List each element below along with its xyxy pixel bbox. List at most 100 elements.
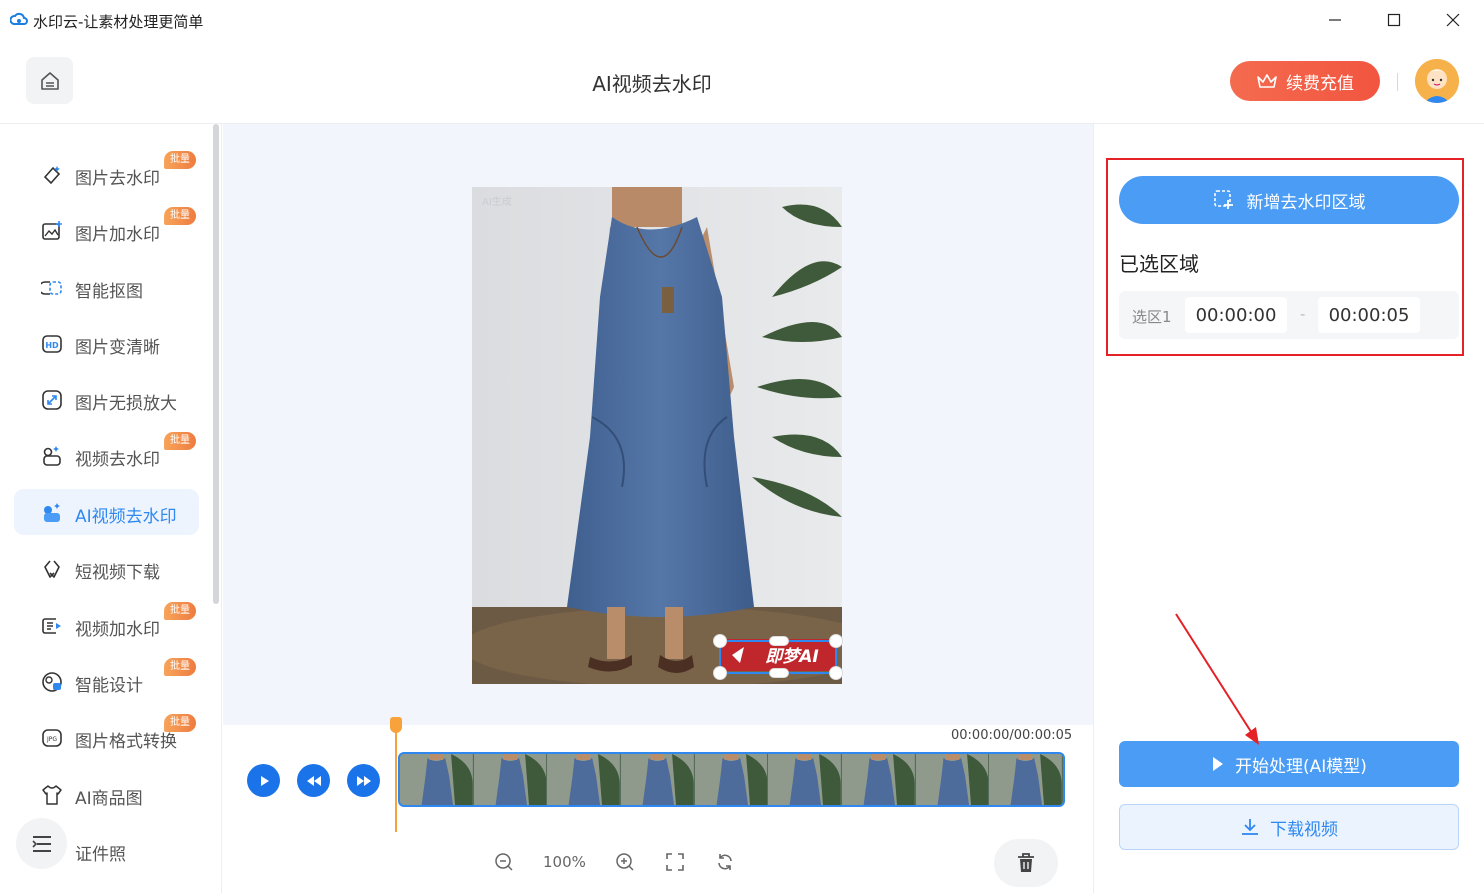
resize-handle[interactable] [713, 666, 727, 680]
window-title: 水印云-让素材处理更简单 [33, 13, 204, 31]
crown-icon [1257, 74, 1277, 88]
add-region-label: 新增去水印区域 [1246, 192, 1366, 213]
filmstrip-frame [400, 754, 474, 805]
resize-handle[interactable] [829, 634, 843, 648]
zoom-out-button[interactable] [491, 849, 517, 875]
sidebar-item-ai-video-remove-watermark[interactable]: AI视频去水印 [14, 489, 199, 535]
resize-handle[interactable] [829, 666, 843, 680]
refresh-icon [718, 854, 732, 870]
download-video-button[interactable]: 下载视频 [1119, 804, 1459, 850]
menu-icon [31, 835, 51, 852]
maximize-button[interactable] [1379, 8, 1409, 32]
watermark-selection-box[interactable] [713, 634, 843, 680]
download-icon [1242, 819, 1258, 835]
download-video-label: 下载视频 [1270, 819, 1338, 840]
zoom-controls: 100% [491, 849, 738, 875]
rewind-button[interactable] [297, 764, 330, 797]
sidebar-item-image-remove-watermark[interactable]: 图片去水印 批量 [14, 151, 199, 197]
title-bar: 水印云-让素材处理更简单 [0, 0, 1484, 40]
resize-handle[interactable] [769, 636, 789, 646]
resize-handle[interactable] [769, 668, 789, 678]
sidebar-item-image-sharpen[interactable]: HD 图片变清晰 [14, 320, 199, 366]
region-start-time-input[interactable] [1185, 297, 1287, 333]
play-button[interactable] [247, 764, 280, 797]
image-add-icon [42, 221, 62, 240]
filmstrip-frame [915, 754, 990, 805]
sidebar-item-smart-design[interactable]: 智能设计 批量 [14, 658, 199, 704]
playhead-handle[interactable] [390, 717, 402, 733]
sidebar-item-label: AI视频去水印 [75, 507, 177, 527]
sidebar-scrollbar[interactable] [213, 124, 219, 604]
add-watermark-region-button[interactable]: 新增去水印区域 [1119, 176, 1459, 224]
maximize-icon [1387, 13, 1401, 27]
time-separator: - [1300, 305, 1306, 323]
batch-badge: 批量 [164, 207, 196, 225]
play-icon [260, 775, 269, 786]
sidebar-item-video-remove-watermark[interactable]: 视频去水印 批量 [14, 432, 199, 478]
avatar-icon [1415, 59, 1459, 103]
sidebar: 图片去水印 批量 图片加水印 批量 智能抠图 HD 图片变清晰 图片无损放大 视… [0, 124, 222, 893]
design-icon [42, 672, 62, 692]
sidebar-item-ai-product-image[interactable]: AI商品图 [14, 771, 199, 817]
shirt-icon [42, 785, 62, 805]
sidebar-item-label: 短视频下载 [75, 563, 160, 583]
cloud-logo-icon [10, 12, 28, 25]
link-icon [44, 560, 60, 578]
video-eraser-icon [43, 446, 61, 466]
svg-text:HD: HD [45, 341, 59, 350]
ai-generated-tag: AI生成 [482, 195, 512, 208]
selected-regions-title: 已选区域 [1119, 252, 1199, 276]
zoom-in-button[interactable] [612, 849, 638, 875]
sidebar-item-image-format-convert[interactable]: JPG 图片格式转换 批量 [14, 714, 199, 760]
start-processing-button[interactable]: 开始处理(AI模型) [1119, 741, 1459, 787]
user-avatar[interactable] [1415, 59, 1459, 103]
renew-vip-label: 续费充值 [1286, 73, 1354, 94]
batch-badge: 批量 [164, 151, 196, 169]
time-display: 00:00:00/00:00:05 [951, 728, 1073, 743]
resize-handle[interactable] [713, 634, 727, 648]
video-add-icon [42, 618, 61, 634]
sidebar-item-short-video-download[interactable]: 短视频下载 [14, 545, 199, 591]
sidebar-item-label: 智能抠图 [75, 282, 143, 302]
add-region-icon [1213, 190, 1233, 209]
fit-screen-button[interactable] [662, 849, 688, 875]
page-title: AI视频去水印 [592, 72, 712, 96]
sidebar-item-image-enlarge[interactable]: 图片无损放大 [14, 376, 199, 422]
svg-text:JPG: JPG [46, 736, 57, 743]
close-button[interactable] [1438, 8, 1468, 32]
start-processing-label: 开始处理(AI模型) [1235, 756, 1367, 777]
batch-badge: 批量 [164, 432, 196, 450]
region-name: 选区1 [1132, 308, 1172, 326]
reset-button[interactable] [712, 849, 738, 875]
jpg-icon: JPG [42, 729, 62, 747]
sidebar-item-label: 图片去水印 [75, 169, 160, 189]
enlarge-icon [42, 390, 62, 410]
fast-forward-icon [356, 775, 371, 786]
video-filmstrip[interactable] [398, 752, 1065, 807]
region-row: 选区1 - [1119, 291, 1459, 339]
filmstrip-frame [547, 754, 622, 805]
rewind-icon [306, 775, 321, 786]
zoom-level: 100% [543, 853, 586, 871]
fullscreen-icon [666, 853, 684, 871]
collapse-menu-button[interactable] [16, 818, 67, 869]
minimize-button[interactable] [1320, 8, 1350, 32]
sidebar-item-video-add-watermark[interactable]: 视频加水印 批量 [14, 602, 199, 648]
fast-forward-button[interactable] [347, 764, 380, 797]
batch-badge: 批量 [164, 602, 196, 620]
region-end-time-input[interactable] [1318, 297, 1420, 333]
sidebar-item-image-add-watermark[interactable]: 图片加水印 批量 [14, 207, 199, 253]
renew-vip-button[interactable]: 续费充值 [1230, 61, 1380, 101]
ai-video-icon [44, 503, 60, 522]
playhead[interactable] [395, 717, 397, 832]
filmstrip-frame [621, 754, 695, 805]
filmstrip-frame [694, 754, 769, 805]
delete-button[interactable] [994, 839, 1058, 887]
sidebar-item-smart-cutout[interactable]: 智能抠图 [14, 264, 199, 310]
sidebar-item-label: 图片无损放大 [75, 394, 177, 414]
minimize-icon [1329, 19, 1341, 21]
hd-icon: HD [42, 335, 62, 353]
sidebar-item-label: AI商品图 [75, 789, 143, 809]
sidebar-item-label: 图片加水印 [75, 225, 160, 245]
video-frame[interactable]: AI生成 即梦AI [472, 187, 842, 684]
